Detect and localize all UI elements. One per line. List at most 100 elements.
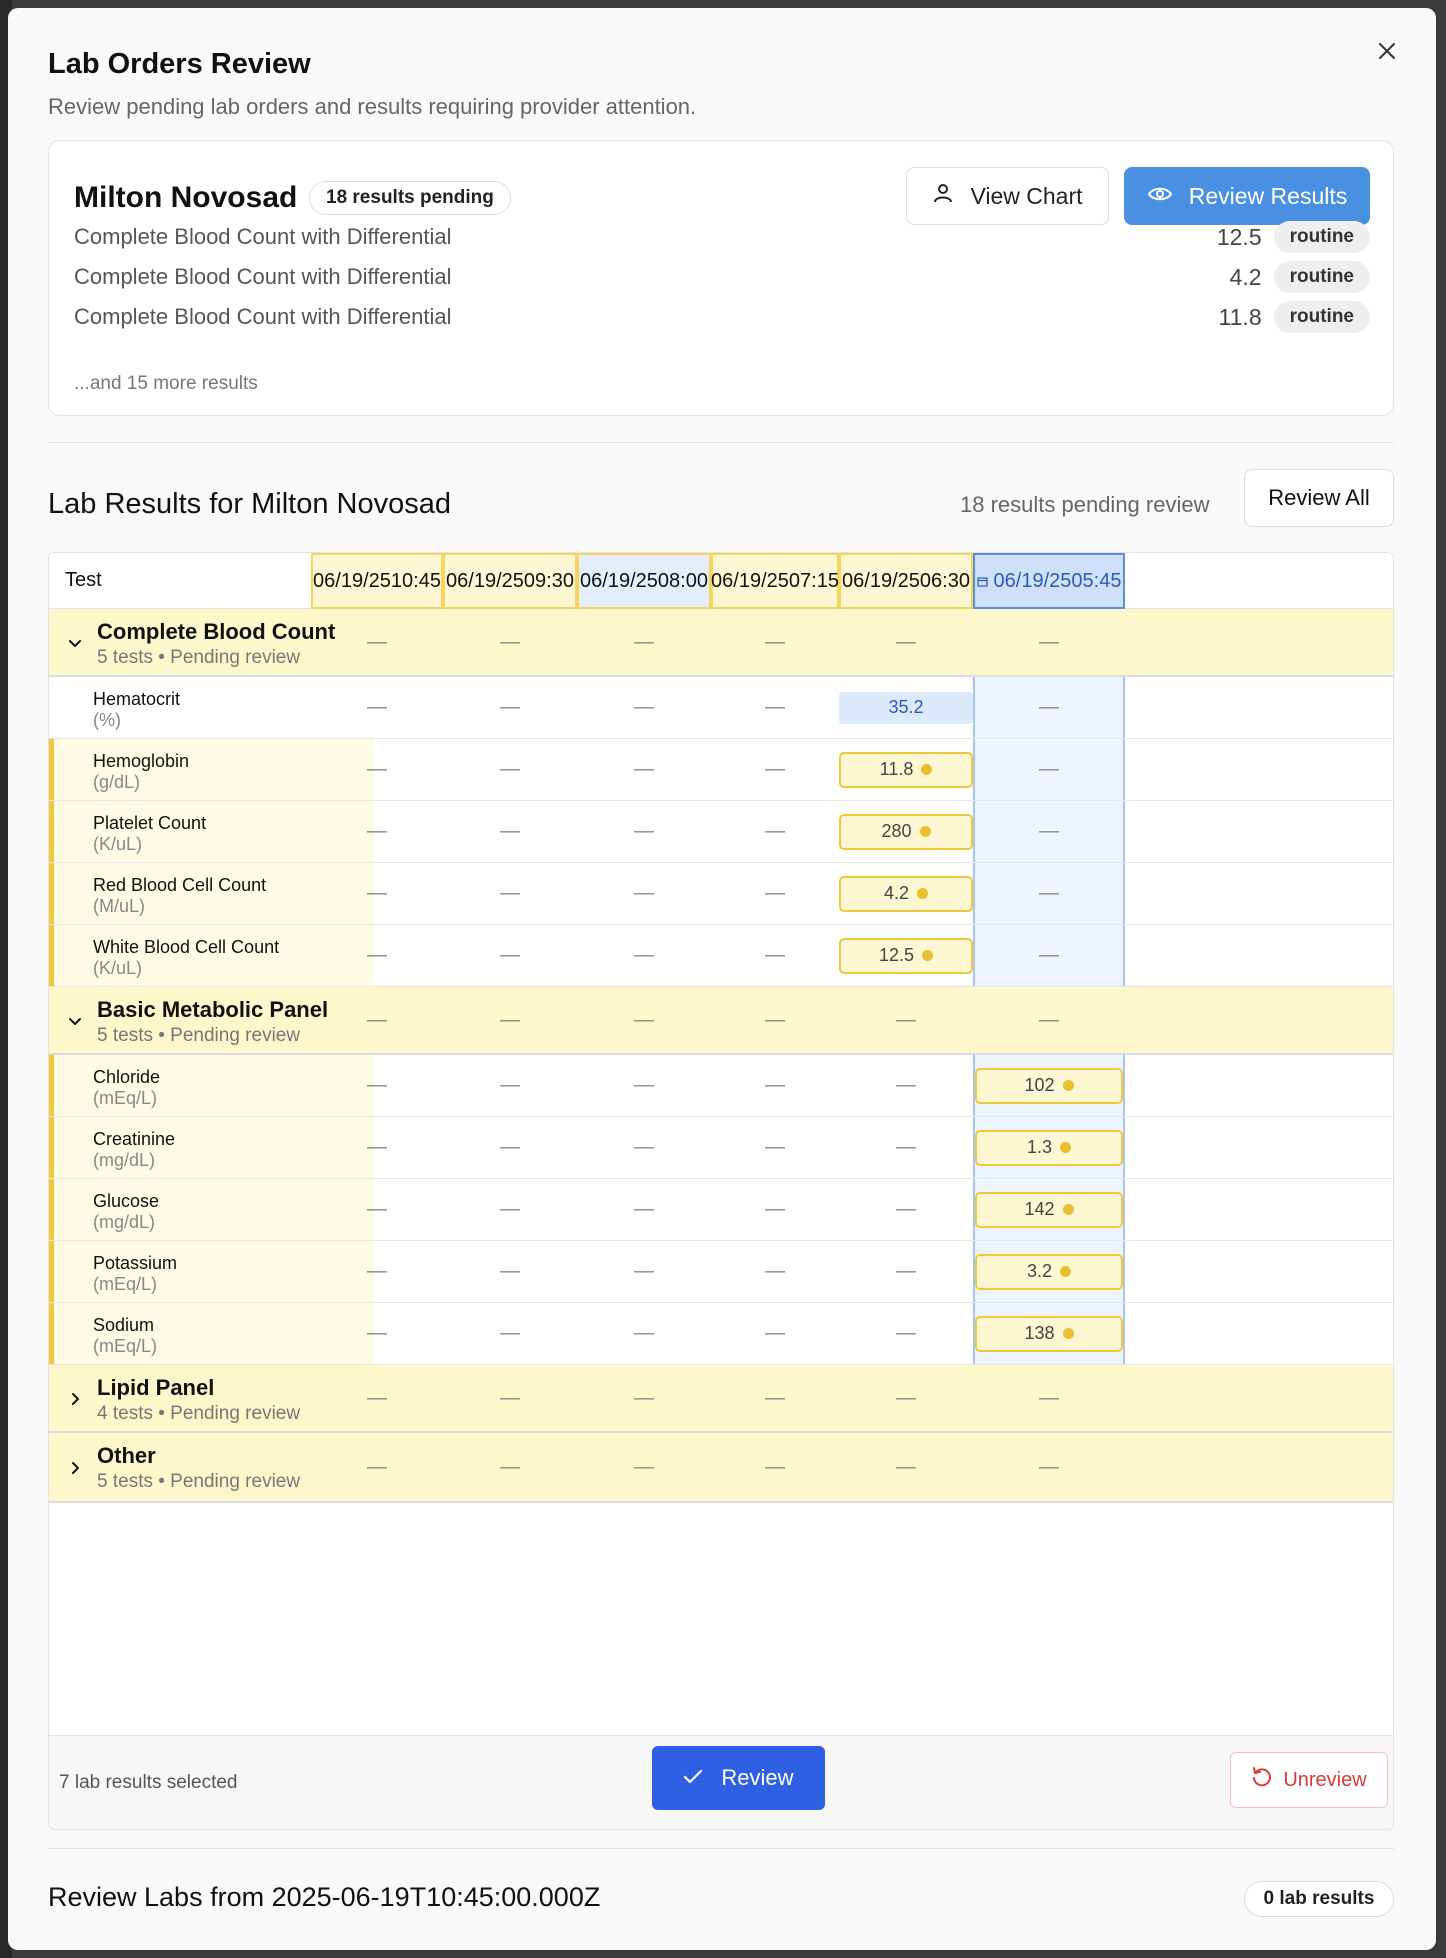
value-cell[interactable]: 102	[973, 1055, 1125, 1116]
empty-cell: —	[839, 609, 973, 675]
date-column-header[interactable]: 06/19/2506:30	[839, 553, 973, 609]
test-row[interactable]: Hematocrit (%) — — — — 35.2 —	[49, 677, 1393, 739]
group-subtitle: 5 tests • Pending review	[97, 1025, 301, 1046]
pending-badge: 18 results pending	[309, 181, 511, 215]
value-cell[interactable]: 3.2	[973, 1241, 1125, 1302]
empty-dash: —	[367, 630, 387, 653]
review-all-button[interactable]: Review All	[1244, 469, 1394, 527]
result-value: 142	[1024, 1199, 1055, 1219]
empty-dash: —	[1039, 1008, 1059, 1031]
date-column-header-selected[interactable]: 06/19/2505:45	[973, 553, 1125, 609]
group-row[interactable]: Complete Blood Count 5 tests • Pending re…	[49, 609, 1393, 677]
test-row[interactable]: Creatinine (mg/dL) — — — — — 1.3	[49, 1117, 1393, 1179]
review-button[interactable]: Review	[652, 1746, 825, 1810]
modal-subtitle: Review pending lab orders and results re…	[48, 94, 697, 119]
empty-cell: —	[443, 801, 577, 862]
test-name: Sodium	[93, 1315, 155, 1335]
result-value-pill[interactable]: 1.3	[975, 1129, 1123, 1166]
empty-dash: —	[367, 1322, 387, 1344]
empty-cell: —	[577, 1117, 711, 1178]
result-value-pill[interactable]: 35.2	[839, 691, 973, 724]
group-subtitle: 5 tests • Pending review	[97, 647, 301, 668]
group-row[interactable]: Basic Metabolic Panel 5 tests • Pending r…	[49, 987, 1393, 1055]
close-icon[interactable]	[1372, 36, 1402, 66]
empty-dash: —	[500, 1008, 520, 1031]
date-column-header[interactable]: 06/19/2509:30	[443, 553, 577, 609]
value-cell[interactable]: 11.8	[839, 739, 973, 800]
empty-cell: —	[839, 987, 973, 1053]
empty-dash: —	[367, 758, 387, 780]
value-cell[interactable]: 35.2	[839, 677, 973, 738]
test-row[interactable]: Platelet Count (K/uL) — — — — 280 —	[49, 801, 1393, 863]
empty-cell: —	[311, 1241, 443, 1302]
empty-cell: —	[311, 609, 443, 675]
test-row[interactable]: Sodium (mEq/L) — — — — — 138	[49, 1303, 1393, 1365]
view-chart-button[interactable]: View Chart	[906, 167, 1109, 225]
empty-dash: —	[896, 1198, 916, 1220]
empty-dash: —	[765, 696, 785, 718]
result-value-pill[interactable]: 4.2	[839, 875, 973, 912]
unreview-button[interactable]: Unreview	[1230, 1752, 1388, 1808]
empty-dash: —	[765, 758, 785, 780]
result-value-pill[interactable]: 3.2	[975, 1253, 1123, 1290]
value-cell[interactable]: 138	[973, 1303, 1125, 1364]
test-row[interactable]: Red Blood Cell Count (M/uL) — — — — 4.2 —	[49, 863, 1393, 925]
test-name: Platelet Count	[93, 813, 207, 833]
group-title: Lipid Panel	[97, 1375, 215, 1400]
empty-dash: —	[634, 1455, 654, 1478]
result-value-pill[interactable]: 11.8	[839, 751, 973, 788]
test-row[interactable]: Chloride (mEq/L) — — — — — 102	[49, 1055, 1393, 1117]
date-column-header[interactable]: 06/19/2510:45	[311, 553, 443, 609]
value-cell[interactable]: 4.2	[839, 863, 973, 924]
test-name: Potassium	[93, 1253, 178, 1273]
empty-dash: —	[634, 1260, 654, 1282]
undo-icon	[1251, 1766, 1273, 1794]
result-value-pill[interactable]: 142	[975, 1191, 1123, 1228]
calendar-icon	[976, 570, 988, 593]
empty-cell: —	[973, 609, 1125, 675]
result-name: Complete Blood Count with Differential	[74, 224, 452, 249]
result-value-pill[interactable]: 102	[975, 1067, 1123, 1104]
chevron-down-icon[interactable]	[65, 633, 85, 653]
test-row[interactable]: Potassium (mEq/L) — — — — — 3.2	[49, 1241, 1393, 1303]
empty-dash: —	[896, 1136, 916, 1158]
group-row[interactable]: Lipid Panel 4 tests • Pending review — — — — —…	[49, 1365, 1393, 1433]
test-unit: (mEq/L)	[93, 1336, 158, 1356]
test-name: Creatinine	[93, 1129, 176, 1149]
chevron-down-icon[interactable]	[65, 1011, 85, 1031]
date-column-header[interactable]: 06/19/2507:15	[711, 553, 839, 609]
chevron-right-icon[interactable]	[65, 1389, 85, 1409]
empty-cell: —	[311, 1303, 443, 1364]
test-row[interactable]: Glucose (mg/dL) — — — — — 142	[49, 1179, 1393, 1241]
group-title: Other	[97, 1443, 156, 1468]
empty-dash: —	[765, 1198, 785, 1220]
value-cell[interactable]: 1.3	[973, 1117, 1125, 1178]
patient-card: Milton Novosad 18 results pending View C…	[48, 140, 1394, 416]
chevron-right-icon[interactable]	[65, 1458, 85, 1478]
empty-cell: —	[311, 925, 443, 986]
pending-dot-icon	[921, 764, 933, 775]
test-name: White Blood Cell Count	[93, 937, 280, 957]
test-name: Glucose	[93, 1191, 160, 1211]
value-cell[interactable]: 12.5	[839, 925, 973, 986]
result-value-pill[interactable]: 280	[839, 813, 973, 850]
empty-dash: —	[765, 1260, 785, 1282]
empty-cell: —	[577, 1365, 711, 1431]
result-value-pill[interactable]: 12.5	[839, 937, 973, 974]
empty-cell: —	[443, 1241, 577, 1302]
value-cell[interactable]: 142	[973, 1179, 1125, 1240]
result-value-pill[interactable]: 138	[975, 1315, 1123, 1352]
empty-dash: —	[367, 820, 387, 842]
date-column-header[interactable]: 06/19/2508:00	[577, 553, 711, 609]
review-results-button[interactable]: Review Results	[1124, 167, 1370, 225]
date-column-label: 06/19/2505:45	[993, 569, 1122, 592]
test-row[interactable]: Hemoglobin (g/dL) — — — — 11.8 —	[49, 739, 1393, 801]
pending-dot-icon	[919, 826, 931, 837]
test-row[interactable]: White Blood Cell Count (K/uL) — — — — 12.5 —	[49, 925, 1393, 987]
value-cell[interactable]: 280	[839, 801, 973, 862]
empty-dash: —	[765, 820, 785, 842]
empty-dash: —	[765, 1455, 785, 1478]
empty-cell: —	[311, 1433, 443, 1501]
group-row[interactable]: Other 5 tests • Pending review — — — — — —	[49, 1433, 1393, 1503]
empty-dash: —	[367, 1198, 387, 1220]
